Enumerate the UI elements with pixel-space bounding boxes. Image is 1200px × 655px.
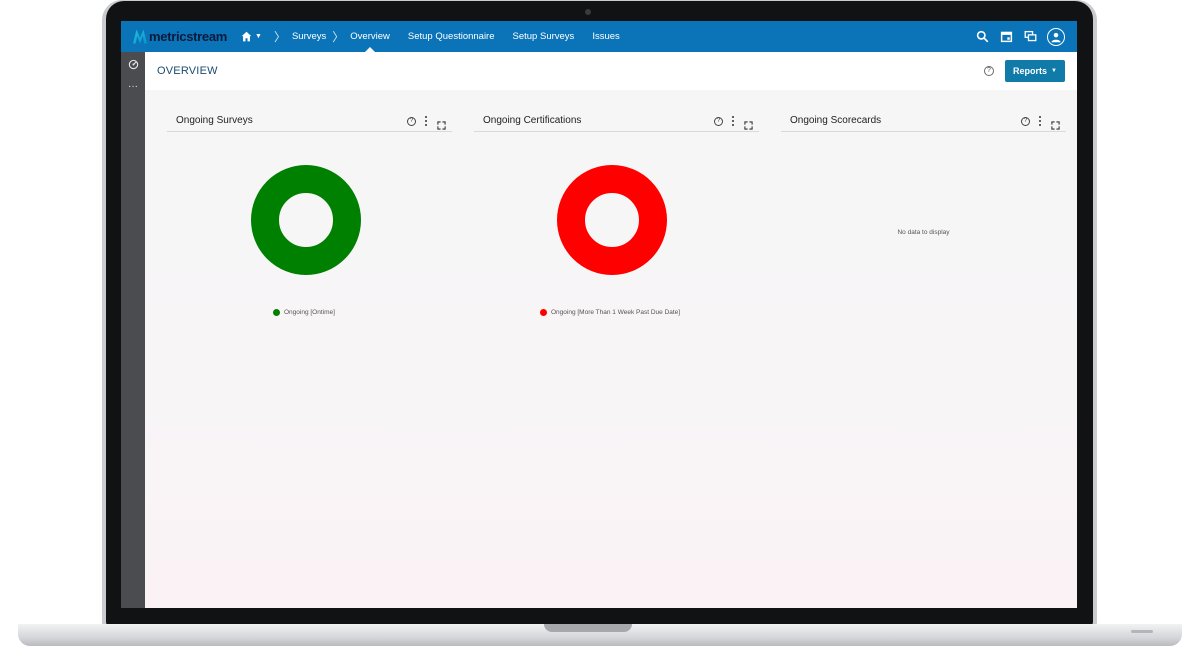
expand-icon[interactable]	[437, 117, 446, 130]
laptop-base-slit	[1131, 630, 1153, 633]
no-data-message: No data to display	[897, 229, 950, 236]
user-avatar-icon[interactable]	[1047, 27, 1065, 46]
logo-mark-icon	[133, 29, 147, 44]
breadcrumb-separator-icon: 〉	[273, 30, 286, 44]
dashboard-icon[interactable]	[127, 58, 139, 70]
help-icon[interactable]: ?	[407, 116, 416, 126]
chart-legend: Ongoing [More Than 1 Week Past Due Date]	[540, 309, 680, 316]
left-sidebar: ···	[121, 52, 145, 608]
widget-header: Ongoing Certifications ?	[474, 110, 759, 132]
home-icon	[241, 31, 252, 42]
logo-text: metricstream	[149, 29, 228, 44]
widget-ongoing-surveys: Ongoing Surveys ? Ongoing [Ontime]	[167, 110, 452, 470]
widget-title: Ongoing Surveys	[176, 115, 253, 126]
expand-icon[interactable]	[744, 117, 753, 130]
laptop-base-notch	[544, 624, 632, 632]
widget-actions: ?	[407, 116, 446, 130]
logo[interactable]: metricstream	[133, 29, 227, 44]
top-navigation-bar: metricstream ▼ 〉 Surveys 〉 Overview Setu…	[121, 21, 1077, 52]
widget-header: Ongoing Surveys ?	[167, 110, 452, 132]
calendar-icon[interactable]	[999, 30, 1013, 44]
nav-item-setup-surveys[interactable]: Setup Surveys	[513, 21, 575, 52]
widget-header: Ongoing Scorecards ?	[781, 110, 1066, 132]
widget-actions: ?	[714, 116, 753, 130]
chart-legend: Ongoing [Ontime]	[273, 309, 335, 316]
kebab-menu-icon[interactable]	[732, 116, 735, 126]
messages-icon[interactable]	[1023, 30, 1037, 44]
reports-button-label: Reports	[1013, 66, 1048, 76]
widget-actions: ?	[1021, 116, 1060, 130]
breadcrumb-nav: ▼ 〉 Surveys 〉 Overview Setup Questionnai…	[241, 21, 638, 52]
nav-item-setup-questionnaire[interactable]: Setup Questionnaire	[408, 21, 495, 52]
legend-label: Ongoing [More Than 1 Week Past Due Date]	[551, 309, 681, 316]
nav-item-issues[interactable]: Issues	[592, 21, 619, 52]
help-icon[interactable]: ?	[714, 116, 723, 126]
page-header: OVERVIEW ? Reports ▼	[145, 52, 1077, 90]
dashboard-content: Ongoing Surveys ? Ongoing [Ontime] Ongoi…	[145, 90, 1077, 608]
kebab-menu-icon[interactable]	[1039, 116, 1042, 126]
legend-label: Ongoing [Ontime]	[284, 309, 335, 316]
widget-title: Ongoing Certifications	[483, 115, 582, 126]
reports-button[interactable]: Reports ▼	[1005, 60, 1065, 82]
chevron-down-icon: ▼	[255, 33, 262, 40]
widget-ongoing-certifications: Ongoing Certifications ? Ongoing [More T…	[474, 110, 759, 470]
nav-item-overview[interactable]: Overview	[350, 21, 390, 52]
laptop-camera	[585, 9, 591, 15]
chevron-down-icon: ▼	[1051, 68, 1057, 74]
expand-icon[interactable]	[1051, 117, 1060, 130]
nav-item-surveys[interactable]: Surveys	[292, 21, 326, 52]
app-screen: metricstream ▼ 〉 Surveys 〉 Overview Setu…	[121, 21, 1077, 608]
legend-marker-icon	[273, 309, 280, 316]
donut-chart-ongoing-surveys	[251, 165, 361, 275]
widget-title: Ongoing Scorecards	[790, 115, 882, 126]
donut-chart-ongoing-certifications	[557, 165, 667, 275]
legend-marker-icon	[540, 309, 547, 316]
donut-slice-ongoing-ontime[interactable]	[251, 165, 361, 275]
top-right-icons	[975, 21, 1065, 52]
more-icon[interactable]: ···	[127, 80, 139, 92]
help-icon[interactable]: ?	[984, 66, 994, 76]
donut-slice-ongoing-past-due[interactable]	[557, 165, 667, 275]
page-title: OVERVIEW	[157, 65, 218, 77]
breadcrumb-separator-icon: 〉	[332, 30, 345, 44]
kebab-menu-icon[interactable]	[425, 116, 428, 126]
widget-ongoing-scorecards: Ongoing Scorecards ? No data to display	[781, 110, 1066, 470]
search-icon[interactable]	[975, 30, 989, 44]
help-icon[interactable]: ?	[1021, 116, 1030, 126]
home-menu[interactable]: ▼	[241, 31, 262, 42]
